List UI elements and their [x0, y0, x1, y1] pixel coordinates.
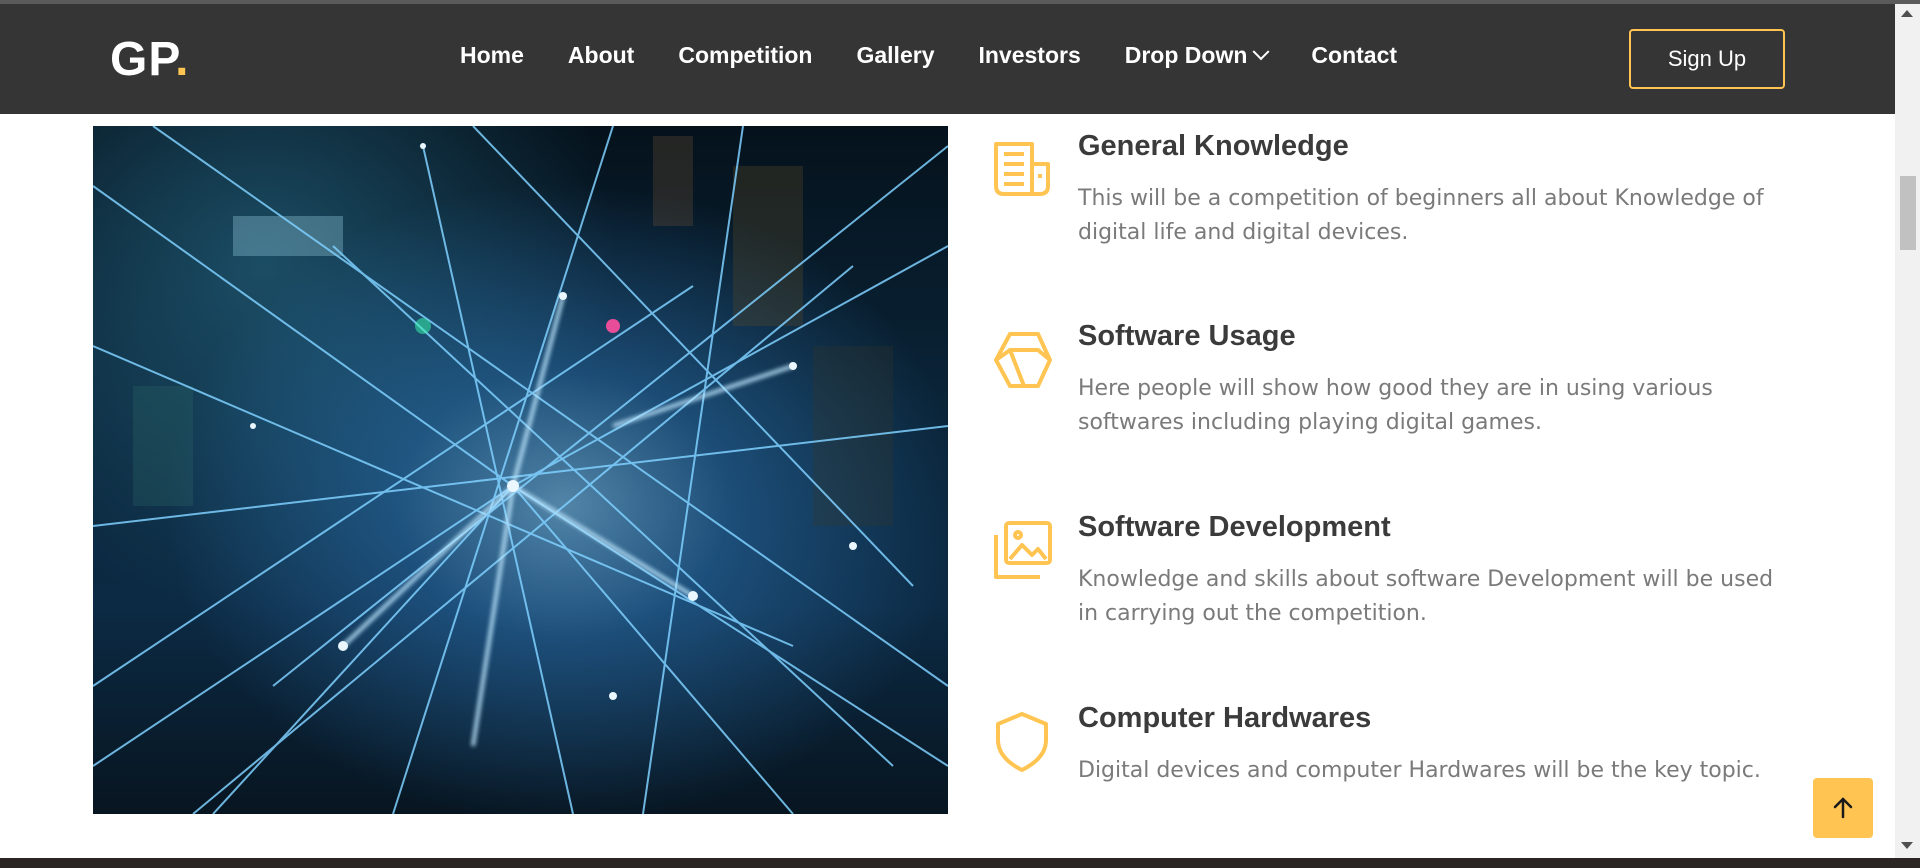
pink-light — [606, 319, 620, 333]
nav-dropdown-label: Drop Down — [1124, 42, 1248, 68]
scrollbar-thumb[interactable] — [1900, 176, 1916, 250]
green-light — [415, 318, 431, 334]
arrow-up-icon — [1833, 797, 1853, 819]
images-icon — [994, 521, 1052, 579]
feature-description: Digital devices and computer Hardwares w… — [1078, 758, 1761, 783]
network-lines-graphic — [93, 126, 948, 814]
nav-contact[interactable]: Contact — [1311, 42, 1397, 69]
feature-title: Computer Hardwares — [1078, 702, 1372, 734]
nav-about[interactable]: About — [568, 42, 634, 69]
nav-investors[interactable]: Investors — [978, 42, 1080, 69]
chevron-down-icon — [1252, 42, 1270, 60]
glow-lines — [341, 295, 794, 747]
scroll-up-arrow-icon[interactable] — [1901, 10, 1913, 17]
navbar: GP. Home About Competition Gallery Inves… — [0, 4, 1895, 114]
hero-network-image — [93, 126, 948, 814]
feature-title: General Knowledge — [1078, 130, 1349, 162]
feature-description: Knowledge and skills about software Deve… — [1078, 567, 1774, 626]
shield-icon — [996, 712, 1048, 772]
main-nav: Home About Competition Gallery Investors… — [460, 42, 1441, 69]
nav-competition[interactable]: Competition — [678, 42, 812, 69]
back-to-top-button[interactable] — [1813, 778, 1873, 838]
logo-dot: . — [175, 33, 190, 86]
logo-text: GP — [110, 33, 176, 86]
nav-home[interactable]: Home — [460, 42, 524, 69]
scroll-down-arrow-icon[interactable] — [1901, 842, 1913, 849]
box-icon — [994, 332, 1052, 388]
taskbar-edge — [0, 858, 1920, 868]
feature-title: Software Development — [1078, 511, 1391, 543]
city-lights — [133, 136, 893, 526]
logo[interactable]: GP. — [110, 32, 190, 87]
nav-dropdown[interactable]: Drop Down — [1124, 42, 1270, 69]
feature-title: Software Usage — [1078, 320, 1296, 352]
sign-up-button[interactable]: Sign Up — [1629, 29, 1785, 89]
feature-description: This will be a competition of beginners … — [1078, 186, 1764, 245]
page-scrollbar[interactable] — [1895, 4, 1920, 858]
nav-gallery[interactable]: Gallery — [856, 42, 934, 69]
feature-description: Here people will show how good they are … — [1078, 376, 1713, 435]
newspaper-icon — [994, 142, 1050, 196]
